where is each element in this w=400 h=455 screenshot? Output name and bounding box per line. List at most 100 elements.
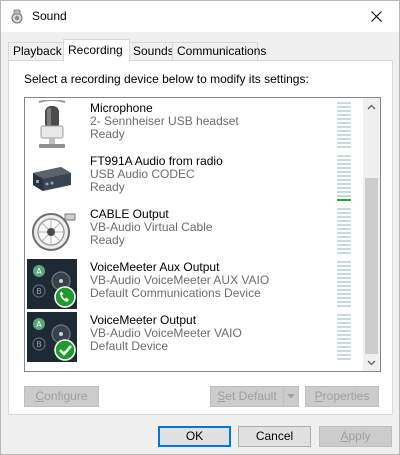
cancel-button[interactable]: Cancel [238,426,311,447]
meter-segment [337,171,351,173]
meter-segment [337,277,351,279]
meter-segment [337,195,351,197]
device-status: Ready [90,233,125,247]
meter-segment [337,301,351,303]
meter-segment [337,285,351,287]
meter-segment [337,122,351,124]
meter-segment [337,138,351,140]
meter-segment [337,191,351,193]
device-description: VB-Audio VoiceMeeter AUX VAIO [90,273,270,287]
scroll-thumb[interactable] [365,178,378,354]
device-item-voicemeeter-aux[interactable]: A B VoiceMeeter Aux Output VB-Audio Voic… [25,257,365,310]
tab-communications[interactable]: Communications [172,42,266,61]
level-meter [337,208,351,254]
meter-segment [337,130,351,132]
configure-button[interactable]: Configure [24,386,99,407]
tab-sounds[interactable]: Sounds [128,42,174,61]
meter-segment [337,110,351,112]
meter-segment [337,106,351,108]
meter-segment [337,273,351,275]
device-name: FT991A Audio from radio [90,154,223,168]
svg-text:A: A [36,267,42,276]
tab-playback[interactable]: Playback [8,42,64,61]
device-status: Ready [90,180,125,194]
apply-button[interactable]: Apply [319,426,392,447]
meter-segment [337,220,351,222]
properties-button[interactable]: Properties [305,386,379,407]
scroll-up-button[interactable] [363,98,380,115]
ok-button[interactable]: OK [158,426,231,447]
meter-segment [337,350,351,352]
meter-segment [337,261,351,263]
level-meter [337,102,351,148]
meter-segment [337,334,351,336]
meter-segment [337,187,351,189]
meter-segment [337,338,351,340]
meter-segment [337,346,351,348]
meter-segment [337,208,351,210]
svg-text:B: B [36,340,42,349]
device-description: 2- Sennheiser USB headset [90,114,239,128]
cable-icon [32,213,76,251]
meter-segment [337,342,351,344]
meter-segment [337,318,351,320]
close-button[interactable] [353,1,399,32]
recording-panel: Select a recording device below to modif… [8,60,393,415]
device-status: Ready [90,127,125,141]
chevron-down-icon [287,394,295,399]
meter-segment [337,354,351,356]
meter-segment [337,183,351,185]
tab-recording[interactable]: Recording [63,39,130,62]
meter-segment [337,167,351,169]
svg-text:B: B [36,287,42,296]
meter-segment [337,224,351,226]
meter-segment [337,248,351,250]
scroll-down-button[interactable] [363,354,380,371]
chevron-down-icon [367,360,376,365]
meter-segment [337,289,351,291]
meter-segment [337,358,351,360]
meter-segment [337,252,351,254]
set-default-dropdown[interactable] [283,386,299,407]
meter-segment [337,114,351,116]
vertical-scrollbar[interactable] [363,98,380,371]
device-description: VB-Audio VoiceMeeter VAIO [90,326,242,340]
meter-segment [337,244,351,246]
meter-segment [337,175,351,177]
device-item-cable-output[interactable]: CABLE Output VB-Audio Virtual Cable Read… [25,204,365,257]
meter-segment [337,297,351,299]
device-list[interactable]: Microphone 2- Sennheiser USB headset Rea… [24,97,381,372]
voicemeeter-phone-icon: A B [27,259,77,309]
set-default-button[interactable]: Set Default [210,386,284,407]
meter-segment [337,159,351,161]
meter-segment [337,216,351,218]
meter-segment [337,330,351,332]
device-name: CABLE Output [90,207,169,221]
device-item-microphone[interactable]: Microphone 2- Sennheiser USB headset Rea… [25,98,365,151]
meter-segment [337,228,351,230]
instruction-text: Select a recording device below to modif… [24,72,309,86]
level-meter [337,314,351,360]
window-title: Sound [32,9,67,23]
device-description: USB Audio CODEC [90,167,195,181]
device-item-ft991a[interactable]: FT991A Audio from radio USB Audio CODEC … [25,151,365,204]
meter-segment [337,314,351,316]
voicemeeter-check-icon: A B [27,312,77,362]
chevron-up-icon [367,104,376,109]
level-meter [337,155,351,201]
meter-segment [337,126,351,128]
meter-segment [337,293,351,295]
device-item-voicemeeter-output[interactable]: A B VoiceMeeter Output VB-Audio VoiceMee… [25,310,365,363]
meter-segment [337,155,351,157]
meter-segment [337,146,351,148]
device-name: Microphone [90,101,153,115]
device-status: Default Device [90,339,169,353]
meter-segment [337,236,351,238]
meter-segment [337,142,351,144]
device-name: VoiceMeeter Output [90,313,197,327]
sound-dialog: Sound Playback Recording Sounds Communic… [0,0,400,455]
meter-segment [337,212,351,214]
title-bar: Sound [1,1,399,32]
meter-segment [337,199,351,201]
device-status: Default Communications Device [90,286,261,300]
